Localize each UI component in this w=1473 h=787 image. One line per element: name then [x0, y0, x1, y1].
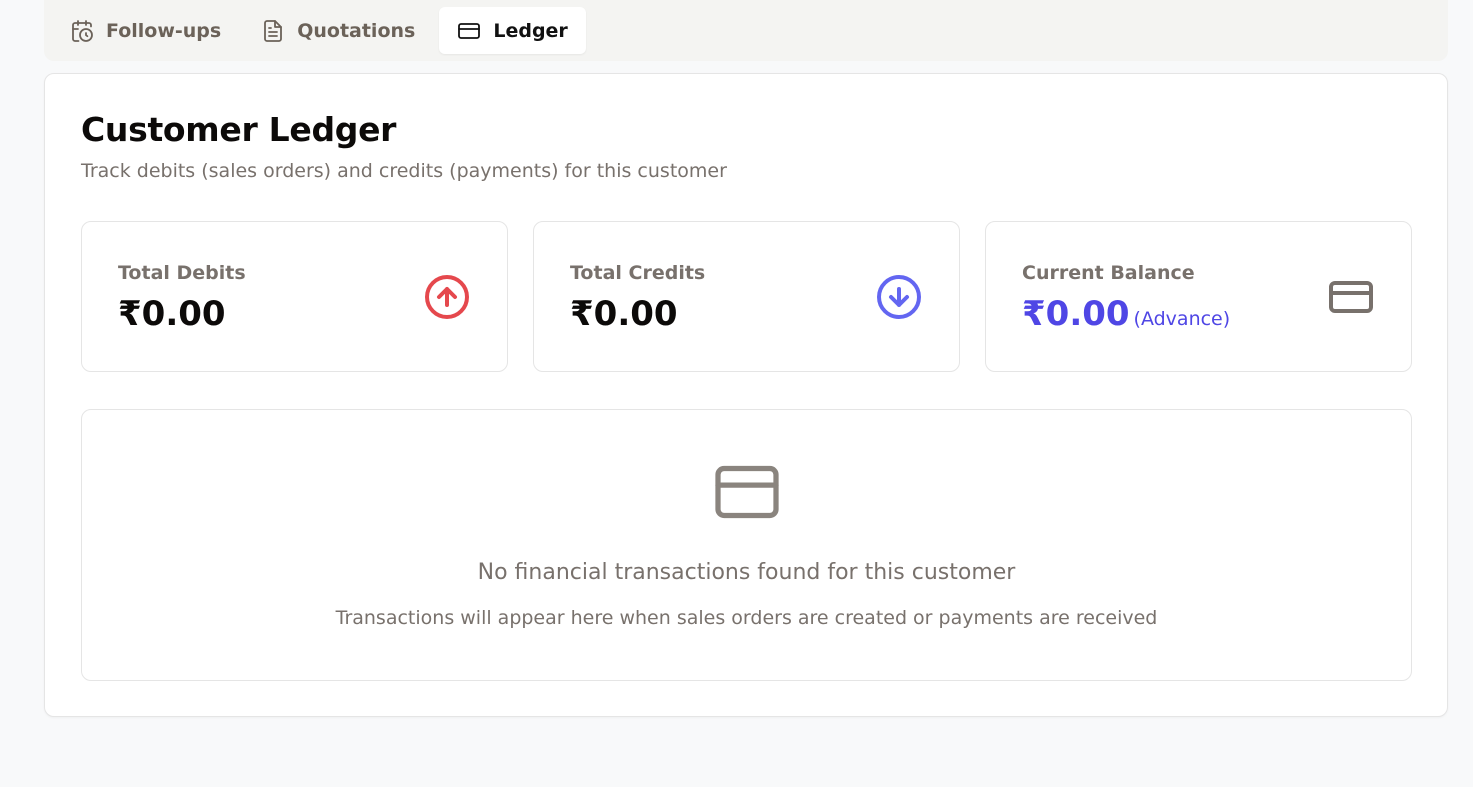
credit-card-icon	[1329, 281, 1373, 313]
arrow-down-circle-icon	[877, 275, 921, 319]
stat-label: Total Credits	[570, 262, 706, 284]
stat-value: ₹0.00	[118, 294, 226, 334]
tab-label: Ledger	[493, 19, 568, 42]
tab-label: Follow-ups	[106, 19, 222, 42]
page-subtitle: Track debits (sales orders) and credits …	[81, 160, 727, 182]
stat-value: ₹0.00	[1022, 294, 1130, 334]
balance-note: (Advance)	[1133, 308, 1231, 330]
stat-value: ₹0.00	[570, 294, 678, 334]
stat-label: Current Balance	[1022, 262, 1195, 284]
stat-value-row: ₹0.00 (Advance)	[1022, 294, 1230, 334]
total-debits-card: Total Debits ₹0.00	[81, 221, 508, 372]
credit-card-icon	[458, 22, 481, 39]
tab-quotations[interactable]: Quotations	[245, 7, 431, 54]
stat-label: Total Debits	[118, 262, 246, 284]
current-balance-card: Current Balance ₹0.00 (Advance)	[985, 221, 1412, 372]
file-text-icon	[264, 19, 283, 42]
ledger-card: Customer Ledger Track debits (sales orde…	[44, 73, 1448, 717]
arrow-up-circle-icon	[425, 275, 469, 319]
tab-bar: Follow-ups Quotations Ledger	[44, 0, 1448, 61]
empty-state-title: No financial transactions found for this…	[477, 560, 1016, 585]
calendar-clock-icon	[72, 19, 93, 42]
page-title: Customer Ledger	[81, 110, 397, 149]
empty-state: No financial transactions found for this…	[81, 409, 1412, 681]
total-credits-card: Total Credits ₹0.00	[533, 221, 960, 372]
empty-state-description: Transactions will appear here when sales…	[335, 607, 1158, 629]
credit-card-icon	[715, 465, 779, 519]
tab-label: Quotations	[297, 19, 416, 42]
tab-follow-ups[interactable]: Follow-ups	[54, 7, 237, 54]
tab-ledger[interactable]: Ledger	[439, 7, 586, 54]
